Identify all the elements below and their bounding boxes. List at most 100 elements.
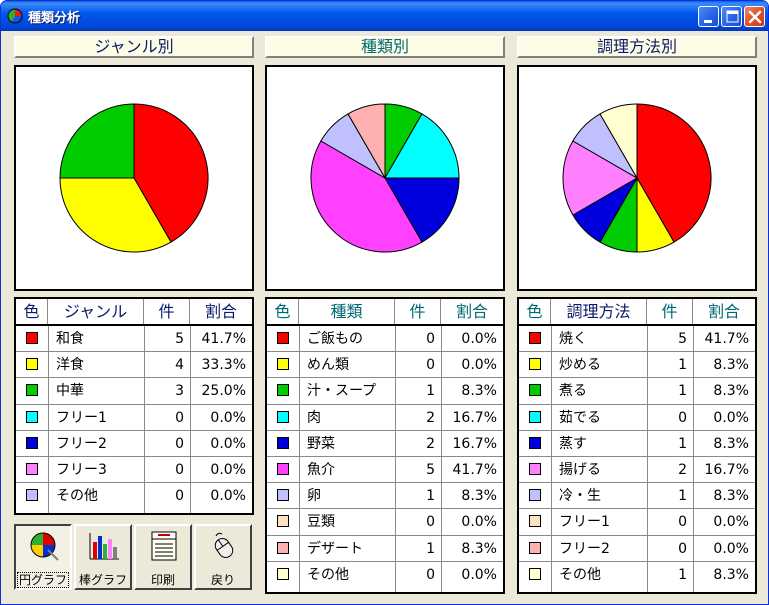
color-swatch bbox=[277, 567, 289, 580]
column-header: ジャンル bbox=[48, 299, 144, 324]
color-swatch bbox=[26, 489, 38, 502]
table-row[interactable]: その他 0 0.0% bbox=[16, 483, 252, 509]
table-row[interactable]: 煮る 1 8.3% bbox=[519, 378, 755, 405]
column-header: 割合 bbox=[455, 302, 488, 321]
row-percentage: 41.7% bbox=[704, 331, 749, 347]
column-header: 調理方法 bbox=[551, 299, 647, 324]
row-percentage: 0.0% bbox=[713, 409, 749, 426]
minimize-button[interactable] bbox=[698, 6, 719, 27]
row-percentage: 41.7% bbox=[201, 331, 246, 347]
row-count: 1 bbox=[678, 357, 687, 374]
genre-table-header: 色ジャンル件割合 bbox=[16, 299, 252, 326]
row-label: 煮る bbox=[559, 383, 587, 400]
maximize-button[interactable] bbox=[721, 6, 742, 27]
row-percentage: 8.3% bbox=[713, 383, 749, 400]
pie-chart-icon bbox=[30, 532, 59, 561]
row-percentage: 0.0% bbox=[210, 409, 246, 426]
row-label: その他 bbox=[56, 488, 98, 505]
row-count: 1 bbox=[678, 488, 687, 505]
cooking-method-table-header: 色調理方法件割合 bbox=[519, 299, 755, 326]
table-row[interactable]: フリー1 0 0.0% bbox=[16, 405, 252, 431]
row-count: 0 bbox=[175, 462, 184, 478]
table-row[interactable]: フリー3 0 0.0% bbox=[16, 457, 252, 484]
table-row[interactable]: フリー1 0 0.0% bbox=[519, 509, 755, 536]
table-row[interactable]: 冷・生 1 8.3% bbox=[519, 483, 755, 510]
color-swatch bbox=[529, 410, 541, 423]
table-row[interactable]: めん類 0 0.0% bbox=[267, 352, 503, 379]
type-table: 色種類件割合 ご飯もの 0 0.0% めん類 0 0.0% 汁・スープ 1 8.3% 肉 2 16.7%… bbox=[265, 297, 505, 594]
row-count: 1 bbox=[678, 566, 687, 583]
table-row[interactable]: 炒める 1 8.3% bbox=[519, 352, 755, 379]
row-label: 肉 bbox=[307, 409, 321, 426]
column-header: 色 bbox=[16, 299, 48, 324]
row-label: 卵 bbox=[307, 488, 321, 505]
pie-slice-中華 bbox=[59, 103, 135, 179]
app-pie-icon bbox=[7, 8, 23, 24]
table-row[interactable]: 揚げる 2 16.7% bbox=[519, 457, 755, 484]
table-row[interactable]: 蒸す 1 8.3% bbox=[519, 431, 755, 457]
table-row[interactable]: 卵 1 8.3% bbox=[267, 483, 503, 510]
row-count: 5 bbox=[678, 331, 687, 347]
color-swatch bbox=[26, 463, 38, 475]
table-row[interactable]: フリー2 0 0.0% bbox=[519, 536, 755, 562]
table-row[interactable]: その他 0 0.0% bbox=[267, 562, 503, 588]
table-row[interactable]: デザート 1 8.3% bbox=[267, 536, 503, 562]
row-count: 0 bbox=[678, 514, 687, 531]
table-row[interactable]: その他 1 8.3% bbox=[519, 562, 755, 588]
table-row[interactable]: 魚介 5 41.7% bbox=[267, 457, 503, 484]
column-header: 件 bbox=[395, 299, 441, 324]
type-header: 種類別 bbox=[265, 36, 505, 58]
row-count: 1 bbox=[426, 383, 435, 400]
print-button[interactable]: 印刷 bbox=[134, 524, 192, 590]
row-percentage: 0.0% bbox=[210, 488, 246, 505]
row-percentage: 0.0% bbox=[461, 514, 497, 531]
table-row[interactable]: 豆類 0 0.0% bbox=[267, 509, 503, 536]
table-row[interactable]: 洋食 4 33.3% bbox=[16, 352, 252, 379]
row-count: 0 bbox=[426, 566, 435, 583]
color-swatch bbox=[529, 541, 541, 554]
close-button[interactable] bbox=[744, 6, 765, 27]
row-label: めん類 bbox=[307, 357, 349, 374]
row-label: 魚介 bbox=[307, 462, 335, 478]
table-row[interactable]: 茹でる 0 0.0% bbox=[519, 405, 755, 431]
row-count: 0 bbox=[175, 488, 184, 505]
row-count: 1 bbox=[426, 540, 435, 557]
row-label: フリー3 bbox=[56, 462, 107, 478]
color-swatch bbox=[529, 358, 541, 371]
column-header: 件 bbox=[647, 299, 693, 324]
row-label: その他 bbox=[307, 566, 349, 583]
bar-chart-icon bbox=[89, 533, 119, 560]
bar-chart-button[interactable]: 棒グラフ bbox=[74, 524, 132, 590]
row-label: フリー2 bbox=[56, 435, 107, 452]
column-header: 割合 bbox=[204, 302, 237, 321]
table-row[interactable]: フリー2 0 0.0% bbox=[16, 431, 252, 457]
color-swatch bbox=[277, 358, 289, 371]
color-swatch bbox=[26, 358, 38, 371]
row-label: その他 bbox=[559, 566, 601, 583]
table-row[interactable]: ご飯もの 0 0.0% bbox=[267, 326, 503, 353]
color-swatch bbox=[26, 410, 38, 423]
row-label: 茹でる bbox=[559, 409, 601, 426]
table-row[interactable]: 肉 2 16.7% bbox=[267, 405, 503, 431]
row-percentage: 41.7% bbox=[452, 462, 497, 478]
pie-chart-button[interactable]: 円グラフ bbox=[14, 524, 72, 590]
back-button[interactable]: 戻り bbox=[194, 524, 252, 590]
row-label: 和食 bbox=[56, 331, 84, 347]
window-title: 種類分析 bbox=[28, 11, 81, 26]
table-row[interactable]: 野菜 2 16.7% bbox=[267, 431, 503, 457]
column-header: 割合 bbox=[707, 302, 740, 321]
row-label: デザート bbox=[307, 540, 363, 557]
row-count: 2 bbox=[426, 435, 435, 452]
column-header: 種類 bbox=[299, 299, 395, 324]
column-header: 件 bbox=[144, 299, 190, 324]
color-swatch bbox=[26, 436, 38, 449]
table-row[interactable]: 汁・スープ 1 8.3% bbox=[267, 378, 503, 405]
color-swatch bbox=[277, 541, 289, 554]
row-percentage: 8.3% bbox=[713, 357, 749, 374]
table-row[interactable]: 焼く 5 41.7% bbox=[519, 326, 755, 353]
table-row[interactable]: 和食 5 41.7% bbox=[16, 326, 252, 353]
table-row[interactable]: 中華 3 25.0% bbox=[16, 378, 252, 405]
row-count: 0 bbox=[175, 435, 184, 452]
title-bar[interactable]: 種類分析 bbox=[1, 1, 768, 31]
row-label: 中華 bbox=[56, 383, 84, 400]
